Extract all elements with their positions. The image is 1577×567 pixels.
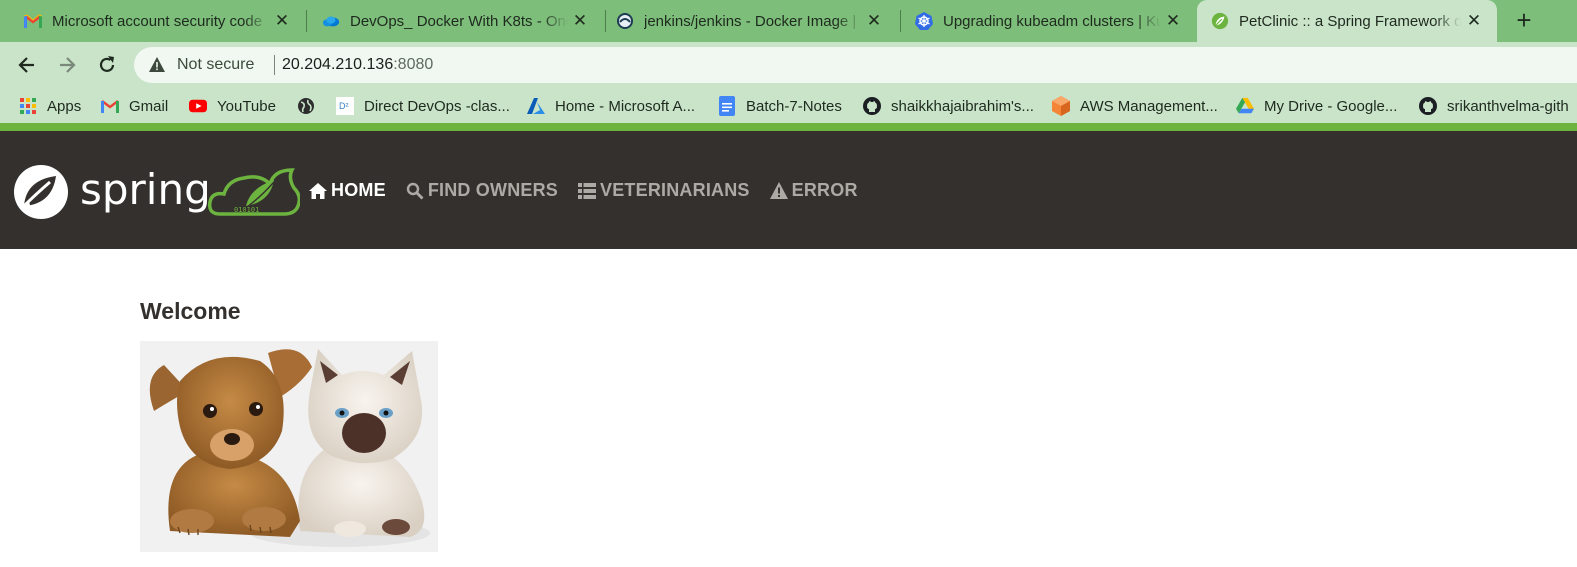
bookmark-label: YouTube	[217, 97, 276, 115]
back-button[interactable]	[14, 52, 40, 78]
spring-leaf-icon	[1211, 12, 1229, 30]
bookmark-github-srikanth[interactable]: srikanthvelma-gith	[1419, 95, 1569, 117]
bookmark-label: Home - Microsoft A...	[555, 97, 696, 115]
bookmark-label: My Drive - Google...	[1264, 97, 1398, 115]
onedrive-icon	[322, 12, 340, 30]
nav-error-label: ERROR	[791, 180, 858, 200]
close-tab-icon[interactable]: ✕	[1465, 12, 1483, 30]
spring-logo[interactable]: spring 010101	[12, 164, 302, 220]
warning-icon	[769, 182, 788, 200]
direct-devops-icon: D²	[336, 97, 354, 115]
nav-home[interactable]: HOME	[309, 180, 386, 201]
bookmark-azure[interactable]: Home - Microsoft A...	[527, 95, 695, 117]
bookmark-label: shaikkhajaibrahim's...	[891, 97, 1034, 115]
bookmark-batch-notes[interactable]: Batch-7-Notes	[718, 95, 842, 117]
list-icon	[578, 182, 597, 200]
bookmark-apps[interactable]: Apps	[19, 95, 81, 117]
tab-title: DevOps_ Docker With K8ts - OneDrive	[350, 12, 568, 30]
gmail-icon	[24, 12, 42, 30]
tab-microsoft-security[interactable]: Microsoft account security code ✕	[0, 0, 305, 42]
url-port: :8080	[393, 56, 434, 73]
logo-wordmark: spring	[80, 165, 211, 214]
home-icon	[309, 182, 327, 200]
svg-text:010101: 010101	[234, 206, 259, 214]
app-navbar: spring 010101 HOME FIND OWNERS VETERINAR…	[0, 131, 1577, 249]
apps-grid-icon	[19, 97, 37, 115]
bookmark-youtube[interactable]: YouTube	[189, 95, 276, 117]
github-icon	[1419, 97, 1437, 115]
main-nav: HOME FIND OWNERS VETERINARIANS ERROR	[309, 180, 878, 201]
tab-docker-hub[interactable]: jenkins/jenkins - Docker Image | Docker …	[592, 0, 897, 42]
reload-icon	[99, 56, 115, 72]
bookmark-label: Batch-7-Notes	[746, 97, 842, 115]
warning-triangle-icon[interactable]	[148, 56, 166, 74]
github-icon	[863, 97, 881, 115]
pets-image	[140, 341, 438, 552]
browser-toolbar: Not secure 20.204.210.136:8080	[0, 42, 1577, 88]
close-tab-icon[interactable]: ✕	[865, 12, 883, 30]
globe-icon	[297, 97, 315, 115]
gmail-icon	[101, 97, 119, 115]
bookmark-label: Apps	[47, 97, 82, 115]
google-docs-icon	[718, 96, 736, 116]
browser-tab-strip: Microsoft account security code ✕ DevOps…	[0, 0, 1577, 42]
bookmark-label: AWS Management...	[1080, 97, 1218, 115]
arrow-right-icon	[60, 57, 76, 73]
close-tab-icon[interactable]: ✕	[571, 12, 589, 30]
url-text[interactable]: 20.204.210.136:8080	[282, 56, 433, 74]
bookmark-github-shaik[interactable]: shaikkhajaibrahim's...	[863, 95, 1034, 117]
svg-text:D²: D²	[339, 101, 349, 111]
search-icon	[406, 182, 424, 200]
bookmark-label: Gmail	[129, 97, 169, 115]
bookmark-aws[interactable]: AWS Management...	[1052, 95, 1218, 117]
nav-veterinarians-label: VETERINARIANS	[600, 180, 750, 200]
tab-title: PetClinic :: a Spring Framework demo	[1239, 12, 1461, 30]
address-divider	[274, 55, 275, 75]
bookmark-direct-devops[interactable]: D² Direct DevOps -clas...	[336, 95, 510, 117]
bookmark-label: Direct DevOps -clas...	[364, 97, 510, 115]
tab-onedrive[interactable]: DevOps_ Docker With K8ts - OneDrive ✕	[298, 0, 603, 42]
bookmark-label: srikanthvelma-gith	[1447, 97, 1569, 115]
nav-find-owners-label: FIND OWNERS	[427, 180, 559, 200]
docker-hub-icon	[616, 12, 634, 30]
nav-veterinarians[interactable]: VETERINARIANS	[578, 180, 750, 201]
tab-title: Upgrading kubeadm clusters | Kubernetes	[943, 12, 1161, 30]
address-bar[interactable]: Not secure 20.204.210.136:8080	[134, 47, 1577, 83]
security-status-label[interactable]: Not secure	[177, 56, 254, 74]
tab-title: jenkins/jenkins - Docker Image | Docker …	[644, 12, 862, 30]
google-drive-icon	[1236, 97, 1254, 115]
close-tab-icon[interactable]: ✕	[1164, 12, 1182, 30]
page-title: Welcome	[140, 298, 241, 324]
spring-accent-bar	[0, 123, 1577, 131]
youtube-icon	[189, 97, 207, 115]
tab-petclinic[interactable]: PetClinic :: a Spring Framework demo ✕	[1197, 0, 1497, 42]
bookmark-globe[interactable]	[297, 95, 325, 117]
nav-find-owners[interactable]: FIND OWNERS	[406, 180, 558, 201]
close-tab-icon[interactable]: ✕	[273, 12, 291, 30]
forward-button[interactable]	[54, 52, 80, 78]
arrow-left-icon	[18, 57, 34, 73]
nav-error[interactable]: ERROR	[769, 180, 858, 201]
aws-icon	[1052, 96, 1070, 116]
bookmark-gmail[interactable]: Gmail	[101, 95, 168, 117]
bookmark-google-drive[interactable]: My Drive - Google...	[1236, 95, 1397, 117]
bookmarks-bar: Apps Gmail YouTube D² Direct DevOps -cla…	[0, 88, 1577, 123]
url-host: 20.204.210.136	[282, 56, 394, 73]
tab-title: Microsoft account security code	[52, 12, 263, 30]
kubernetes-icon	[915, 12, 933, 30]
reload-button[interactable]	[94, 52, 120, 78]
new-tab-button[interactable]: +	[1510, 7, 1538, 35]
nav-home-label: HOME	[331, 180, 386, 200]
tab-kubernetes[interactable]: Upgrading kubeadm clusters | Kubernetes …	[891, 0, 1196, 42]
azure-icon	[527, 97, 545, 115]
